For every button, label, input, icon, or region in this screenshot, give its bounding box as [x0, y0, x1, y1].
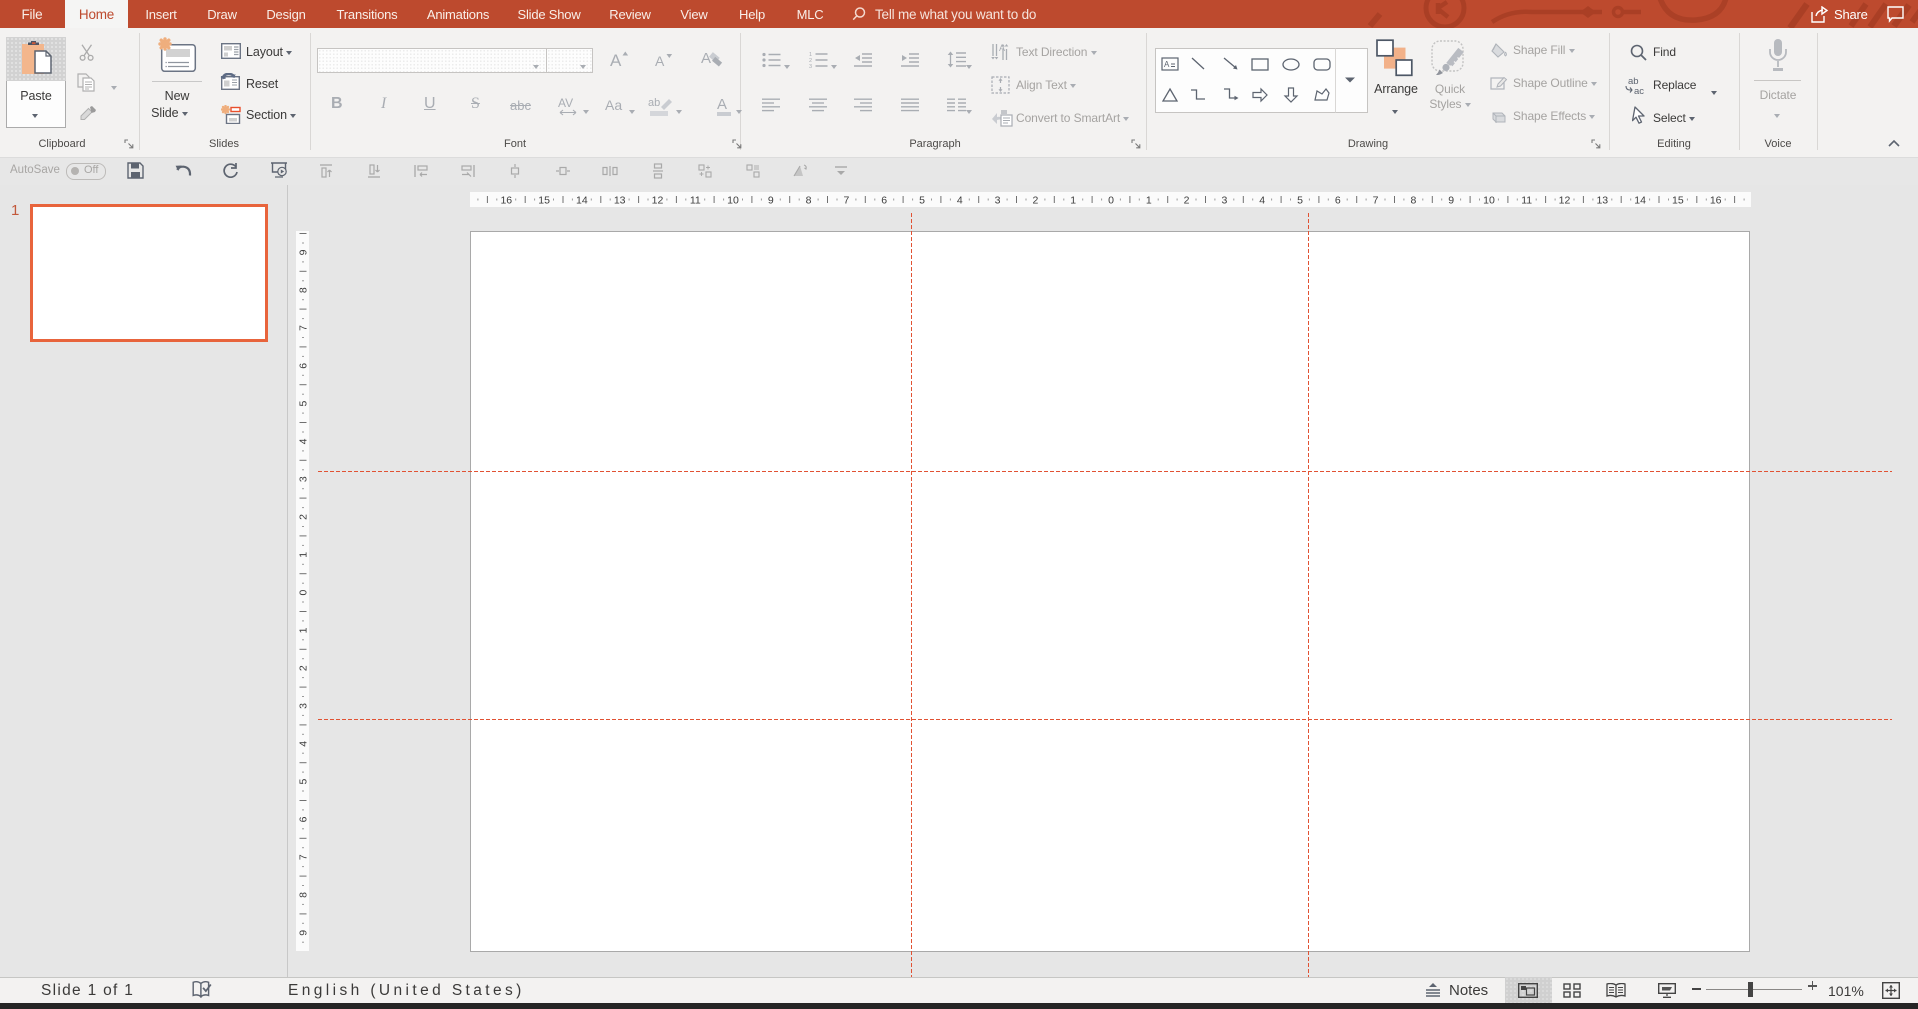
svg-text:5: 5	[298, 401, 310, 407]
svg-text:9: 9	[1448, 195, 1454, 207]
svg-text:7: 7	[298, 854, 310, 860]
svg-text:3: 3	[298, 476, 310, 482]
svg-text:1: 1	[298, 552, 310, 558]
svg-text:10: 10	[1483, 195, 1495, 207]
svg-text:16: 16	[1710, 195, 1722, 207]
svg-text:6: 6	[1335, 195, 1341, 207]
svg-text:10: 10	[727, 195, 739, 207]
svg-text:A: A	[999, 43, 1005, 53]
svg-text:14: 14	[576, 195, 588, 207]
svg-text:A: A	[1164, 60, 1170, 69]
svg-text:2: 2	[1184, 195, 1190, 207]
svg-text:9: 9	[298, 930, 310, 936]
svg-text:1: 1	[1070, 195, 1076, 207]
svg-text:12: 12	[1559, 195, 1571, 207]
svg-text:13: 13	[1596, 195, 1608, 207]
svg-text:6: 6	[298, 816, 310, 822]
svg-text:AV: AV	[558, 96, 573, 110]
svg-text:3: 3	[809, 64, 812, 68]
svg-text:7: 7	[843, 195, 849, 207]
svg-text:6: 6	[881, 195, 887, 207]
svg-text:A: A	[655, 53, 665, 69]
svg-text:7: 7	[298, 325, 310, 331]
svg-text:15: 15	[538, 195, 550, 207]
svg-text:5: 5	[1297, 195, 1303, 207]
svg-text:12: 12	[652, 195, 664, 207]
svg-text:13: 13	[614, 195, 626, 207]
svg-text:8: 8	[806, 195, 812, 207]
svg-text:3: 3	[995, 195, 1001, 207]
svg-text:1: 1	[298, 627, 310, 633]
svg-text:11: 11	[690, 195, 701, 207]
svg-text:A: A	[717, 96, 727, 113]
svg-text:A: A	[701, 50, 711, 67]
svg-text:9: 9	[768, 195, 774, 207]
svg-text:4: 4	[298, 438, 310, 444]
svg-text:5: 5	[919, 195, 925, 207]
svg-text:4: 4	[1259, 195, 1265, 207]
svg-text:5: 5	[298, 779, 310, 785]
svg-text:4: 4	[298, 741, 310, 747]
svg-text:7: 7	[1373, 195, 1379, 207]
svg-text:2: 2	[298, 514, 310, 520]
svg-text:0: 0	[1108, 195, 1114, 207]
svg-text:11: 11	[1521, 195, 1532, 207]
svg-text:1: 1	[1146, 195, 1152, 207]
svg-text:4: 4	[957, 195, 963, 207]
svg-text:2: 2	[1032, 195, 1038, 207]
svg-text:ab: ab	[648, 97, 660, 109]
svg-text:8: 8	[298, 892, 310, 898]
svg-text:2: 2	[298, 665, 310, 671]
svg-text:15: 15	[1672, 195, 1684, 207]
svg-text:ac: ac	[1634, 86, 1644, 95]
svg-text:A: A	[610, 51, 622, 69]
svg-text:16: 16	[500, 195, 512, 207]
svg-text:0: 0	[298, 590, 310, 596]
svg-text:3: 3	[298, 703, 310, 709]
svg-text:9: 9	[298, 249, 310, 255]
svg-text:6: 6	[298, 363, 310, 369]
svg-text:8: 8	[298, 287, 310, 293]
svg-text:3: 3	[1221, 195, 1227, 207]
svg-text:14: 14	[1634, 195, 1646, 207]
svg-text:8: 8	[1410, 195, 1416, 207]
